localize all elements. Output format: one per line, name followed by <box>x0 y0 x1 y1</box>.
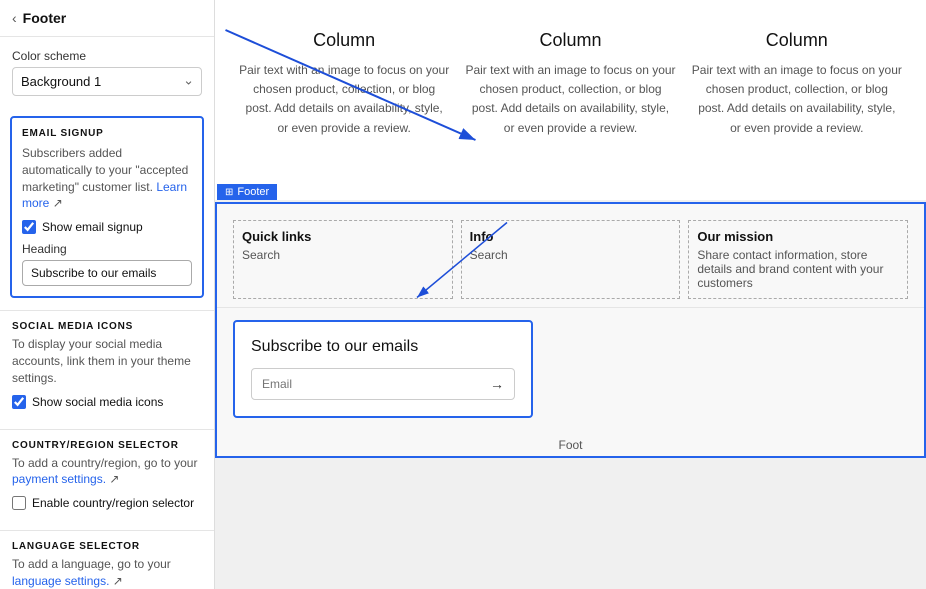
language-description: To add a language, go to your language s… <box>12 556 202 589</box>
language-section: LANGUAGE SELECTOR To add a language, go … <box>0 531 214 589</box>
show-social-checkbox[interactable] <box>12 395 26 409</box>
footer-section: ⊞ Footer Quick links Search Info Search … <box>215 202 926 458</box>
back-button[interactable]: ‹ <box>12 10 17 26</box>
show-social-row: Show social media icons <box>12 395 202 409</box>
footer-col-1-title: Info <box>470 229 672 244</box>
col-2-title: Column <box>465 30 675 51</box>
col-1-text: Pair text with an image to focus on your… <box>239 61 449 138</box>
col-2-text: Pair text with an image to focus on your… <box>465 61 675 138</box>
payment-settings-link[interactable]: payment settings. <box>12 472 106 486</box>
right-canvas: Column Pair text with an image to focus … <box>215 0 926 589</box>
color-scheme-label: Color scheme <box>12 49 202 63</box>
country-region-heading: COUNTRY/REGION SELECTOR <box>12 440 202 451</box>
footer-tab-icon: ⊞ <box>225 187 233 198</box>
language-heading: LANGUAGE SELECTOR <box>12 541 202 552</box>
email-signup-description: Subscribers added automatically to your … <box>22 145 192 212</box>
canvas-top: Column Pair text with an image to focus … <box>215 0 926 200</box>
panel-header: ‹ Footer <box>0 0 214 37</box>
enable-country-checkbox[interactable] <box>12 496 26 510</box>
email-signup-heading: EMAIL SIGNUP <box>22 128 192 139</box>
heading-input[interactable]: Subscribe to our emails <box>22 260 192 286</box>
footer-col-1: Info Search <box>461 220 681 299</box>
social-media-section: SOCIAL MEDIA ICONS To display your socia… <box>0 311 214 416</box>
subscribe-title: Subscribe to our emails <box>251 338 515 356</box>
column-1: Column Pair text with an image to focus … <box>239 30 449 138</box>
footer-wrapper: ⊞ Footer Quick links Search Info Search … <box>215 202 926 458</box>
footer-col-0-text: Search <box>242 248 444 262</box>
footer-col-0: Quick links Search <box>233 220 453 299</box>
columns-section: Column Pair text with an image to focus … <box>215 0 926 200</box>
email-signup-section: EMAIL SIGNUP Subscribers added automatic… <box>10 116 204 298</box>
heading-field-label: Heading <box>22 242 192 256</box>
footer-tab-label: Footer <box>237 186 269 198</box>
email-input-row[interactable]: → <box>251 368 515 400</box>
show-email-label: Show email signup <box>42 220 143 234</box>
footer-bottom-label: Foot <box>217 434 924 456</box>
footer-col-2-title: Our mission <box>697 229 899 244</box>
column-2: Column Pair text with an image to focus … <box>465 30 675 138</box>
social-media-heading: SOCIAL MEDIA ICONS <box>12 321 202 332</box>
columns-row: Column Pair text with an image to focus … <box>239 30 902 138</box>
col-3-text: Pair text with an image to focus on your… <box>692 61 902 138</box>
left-panel: ‹ Footer Color scheme Background 1 Backg… <box>0 0 215 589</box>
subscribe-area: Subscribe to our emails → <box>217 320 924 418</box>
footer-col-2: Our mission Share contact information, s… <box>688 220 908 299</box>
subscribe-box: Subscribe to our emails → <box>233 320 533 418</box>
footer-tab: ⊞ Footer <box>217 184 277 200</box>
footer-col-1-text: Search <box>470 248 672 262</box>
country-region-description: To add a country/region, go to your paym… <box>12 455 202 489</box>
email-input[interactable] <box>252 370 480 398</box>
enable-country-label: Enable country/region selector <box>32 496 194 510</box>
column-3: Column Pair text with an image to focus … <box>692 30 902 138</box>
footer-col-2-text: Share contact information, store details… <box>697 248 899 290</box>
language-settings-link[interactable]: language settings. <box>12 574 109 588</box>
color-scheme-select-wrap[interactable]: Background 1 Background 2 Background 3 <box>12 67 202 96</box>
col-3-title: Column <box>692 30 902 51</box>
footer-links-row: Quick links Search Info Search Our missi… <box>217 204 924 308</box>
country-region-section: COUNTRY/REGION SELECTOR To add a country… <box>0 430 214 519</box>
color-scheme-select[interactable]: Background 1 Background 2 Background 3 <box>12 67 202 96</box>
footer-col-0-title: Quick links <box>242 229 444 244</box>
social-media-description: To display your social media accounts, l… <box>12 336 202 386</box>
email-submit-button[interactable]: → <box>480 369 514 399</box>
col-1-title: Column <box>239 30 449 51</box>
panel-title: Footer <box>23 10 67 26</box>
enable-country-row: Enable country/region selector <box>12 496 202 510</box>
show-email-row: Show email signup <box>22 220 192 234</box>
color-scheme-section: Color scheme Background 1 Background 2 B… <box>0 37 214 106</box>
show-email-checkbox[interactable] <box>22 220 36 234</box>
show-social-label: Show social media icons <box>32 395 163 409</box>
